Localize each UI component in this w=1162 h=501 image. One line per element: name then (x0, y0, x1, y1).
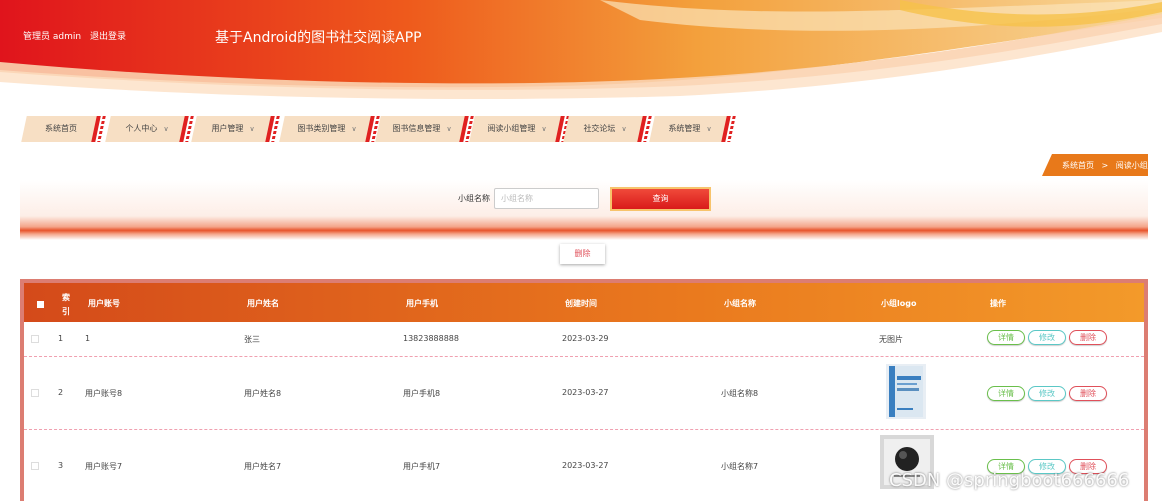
row-account: 1 (85, 334, 91, 343)
column-header-name: 用户姓名 (247, 299, 279, 308)
nav-label: 阅读小组管理 (487, 124, 536, 133)
nav-item-book-info[interactable]: 图书信息管理 ∨ (375, 116, 469, 142)
nav-item-home[interactable]: 系统首页 (21, 116, 101, 142)
detail-button[interactable]: 详情 (987, 386, 1025, 401)
nav-item-user-management[interactable]: 用户管理 ∨ (191, 116, 275, 142)
nav-label: 系统首页 (45, 124, 77, 133)
delete-button[interactable]: 删除 (1069, 386, 1107, 401)
row-account: 用户账号8 (85, 389, 123, 398)
breadcrumb-current: 阅读小组 (1115, 161, 1148, 170)
column-header-phone: 用户手机 (406, 299, 438, 308)
chevron-down-icon: ∨ (541, 125, 547, 133)
table-header: 索引 用户账号 用户姓名 用户手机 创建时间 小组名称 小组logo 操作 (24, 283, 1144, 322)
row-checkbox[interactable] (31, 335, 39, 343)
nav-label: 图书类别管理 (297, 124, 346, 133)
row-group-name: 小组名称8 (721, 389, 759, 398)
row-checkbox[interactable] (31, 389, 39, 397)
nav-label: 图书信息管理 (392, 124, 441, 133)
table-row: 2 用户账号8 用户姓名8 用户手机8 2023-03-27 小组名称8 详情 … (24, 358, 1144, 430)
row-index: 1 (58, 334, 64, 343)
row-created: 2023-03-29 (562, 334, 609, 343)
header-banner: 管理员 admin 退出登录 基于Android的图书社交阅读APP (0, 0, 1162, 100)
admin-label: 管理员 admin (23, 32, 82, 42)
breadcrumb-separator: > (1101, 161, 1109, 170)
select-all-checkbox[interactable] (37, 301, 44, 308)
edit-button[interactable]: 修改 (1028, 330, 1066, 345)
data-table: 索引 用户账号 用户姓名 用户手机 创建时间 小组名称 小组logo 操作 1 … (20, 279, 1148, 501)
nav-item-personal-center[interactable]: 个人中心 ∨ (105, 116, 189, 142)
row-name: 张三 (244, 335, 260, 344)
edit-button[interactable]: 修改 (1028, 386, 1066, 401)
row-phone: 用户手机7 (403, 462, 441, 471)
breadcrumb-home[interactable]: 系统首页 (1062, 161, 1094, 170)
row-name: 用户姓名7 (244, 462, 282, 471)
row-checkbox[interactable] (31, 462, 39, 470)
breadcrumb-text: 系统首页 > 阅读小组 (1062, 160, 1148, 171)
chevron-down-icon: ∨ (446, 125, 452, 133)
nav-label: 社交论坛 (583, 124, 616, 133)
row-created: 2023-03-27 (562, 461, 609, 470)
chevron-down-icon: ∨ (163, 125, 169, 133)
delete-button[interactable]: 删除 (1069, 330, 1107, 345)
logout-link[interactable]: 退出登录 (90, 32, 126, 42)
batch-delete-button[interactable]: 删除 (560, 244, 605, 264)
row-group-name: 小组名称7 (721, 462, 759, 471)
row-phone: 用户手机8 (403, 389, 441, 398)
group-logo-image[interactable] (886, 364, 926, 419)
row-account: 用户账号7 (85, 462, 123, 471)
query-button[interactable]: 查询 (610, 187, 711, 211)
app-title: 基于Android的图书社交阅读APP (215, 30, 422, 46)
chevron-down-icon: ∨ (351, 125, 357, 133)
row-logo-text: 无图片 (879, 335, 903, 344)
nav-label: 用户管理 (211, 124, 244, 133)
column-header-created: 创建时间 (565, 299, 597, 308)
chevron-down-icon: ∨ (249, 125, 255, 133)
nav-label: 个人中心 (125, 124, 158, 133)
table-row: 1 1 张三 13823888888 2023-03-29 无图片 详情 修改 … (24, 322, 1144, 357)
column-header-group-logo: 小组logo (881, 299, 917, 308)
column-header-index: 索引 (62, 293, 70, 316)
chevron-down-icon: ∨ (621, 125, 627, 133)
detail-button[interactable]: 详情 (987, 330, 1025, 345)
column-header-actions: 操作 (990, 299, 1006, 308)
csdn-watermark: CSDN @springboot666666 (889, 470, 1130, 491)
row-index: 3 (58, 461, 64, 470)
row-index: 2 (58, 388, 64, 397)
user-area: 管理员 admin 退出登录 (23, 29, 132, 42)
group-name-search-input[interactable] (494, 188, 599, 209)
nav-item-reading-group[interactable]: 阅读小组管理 ∨ (469, 116, 565, 142)
nav-item-social-forum[interactable]: 社交论坛 ∨ (563, 116, 647, 142)
header-wave-graphic (0, 0, 1162, 100)
column-header-group-name: 小组名称 (724, 299, 756, 308)
row-phone: 13823888888 (403, 334, 459, 343)
search-label: 小组名称 (458, 194, 490, 203)
chevron-down-icon: ∨ (706, 125, 712, 133)
row-name: 用户姓名8 (244, 389, 282, 398)
column-header-account: 用户账号 (88, 299, 120, 308)
nav-item-book-category[interactable]: 图书类别管理 ∨ (279, 116, 375, 142)
nav-item-system-management[interactable]: 系统管理 ∨ (649, 116, 731, 142)
nav-label: 系统管理 (668, 124, 701, 133)
row-created: 2023-03-27 (562, 388, 609, 397)
